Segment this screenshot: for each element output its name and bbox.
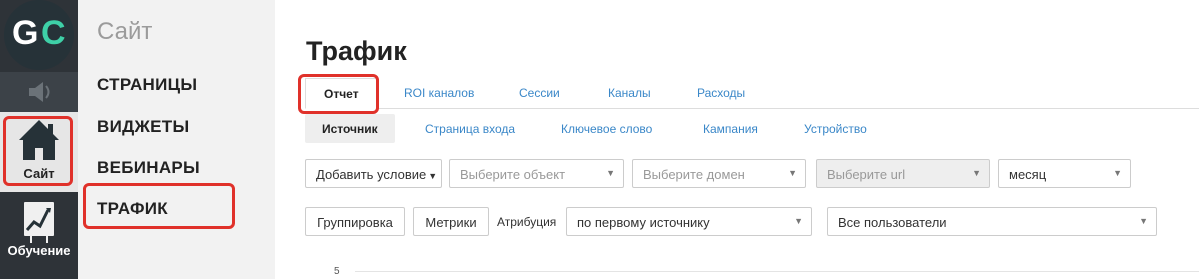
attribution-select[interactable]: по первому источнику ▼	[566, 207, 812, 236]
period-select-value: месяц	[1009, 167, 1047, 182]
period-select[interactable]: месяц ▼	[998, 159, 1131, 188]
rail-item-sound[interactable]	[0, 72, 78, 112]
tab-source[interactable]: Источник	[305, 114, 395, 143]
attribution-label: Атрибуция	[497, 215, 557, 229]
tab-roi-channels[interactable]: ROI каналов	[404, 86, 474, 100]
highlight-site-rail	[3, 116, 73, 186]
chevron-down-icon: ▼	[606, 168, 615, 178]
primary-tabs: Отчет ROI каналов Сессии Каналы Расходы	[305, 78, 1199, 109]
rail-label-learning: Обучение	[7, 243, 71, 258]
chevron-down-icon: ▼	[1139, 216, 1148, 226]
object-select[interactable]: Выберите объект ▼	[449, 159, 624, 188]
chart-board-icon	[24, 202, 54, 243]
add-condition-button[interactable]: Добавить условие ▼	[305, 159, 442, 188]
section-title: Сайт	[97, 18, 153, 45]
chevron-down-icon: ▼	[788, 168, 797, 178]
add-condition-label: Добавить условие	[316, 167, 427, 182]
nav-item-pages[interactable]: СТРАНИЦЫ	[97, 75, 197, 95]
metrics-button-label: Метрики	[425, 215, 477, 230]
highlight-report-tab	[298, 74, 379, 114]
section-nav: Сайт СТРАНИЦЫ ВИДЖЕТЫ ВЕБИНАРЫ ТРАФИК	[78, 0, 275, 279]
domain-select[interactable]: Выберите домен ▼	[632, 159, 806, 188]
domain-select-placeholder: Выберите домен	[643, 167, 745, 182]
logo-letter-c: C	[41, 14, 66, 52]
tab-device[interactable]: Устройство	[804, 122, 867, 136]
chevron-down-icon: ▼	[794, 216, 803, 226]
tab-landing-page[interactable]: Страница входа	[425, 122, 515, 136]
logo[interactable]: G C	[4, 0, 74, 70]
tab-expenses[interactable]: Расходы	[697, 86, 745, 100]
secondary-tabs: Источник Страница входа Ключевое слово К…	[305, 114, 1199, 144]
logo-letter-g: G	[12, 14, 39, 52]
metrics-button[interactable]: Метрики	[413, 207, 489, 236]
nav-item-webinars[interactable]: ВЕБИНАРЫ	[97, 158, 200, 178]
url-select-placeholder: Выберите url	[827, 167, 906, 182]
chevron-down-icon: ▼	[1113, 168, 1122, 178]
users-select[interactable]: Все пользователи ▼	[827, 207, 1157, 236]
url-select: Выберите url ▼	[816, 159, 990, 188]
caret-down-icon: ▼	[428, 171, 438, 181]
main-content: Трафик Отчет ROI каналов Сессии Каналы Р…	[275, 0, 1199, 279]
tab-channels[interactable]: Каналы	[608, 86, 651, 100]
attribution-select-value: по первому источнику	[577, 215, 710, 230]
grouping-button-label: Группировка	[317, 215, 393, 230]
grouping-button[interactable]: Группировка	[305, 207, 405, 236]
chart-gridline	[355, 271, 1199, 272]
tab-keyword[interactable]: Ключевое слово	[561, 122, 652, 136]
page-title: Трафик	[306, 36, 407, 66]
highlight-traffic-nav	[83, 183, 235, 229]
users-select-value: Все пользователи	[838, 215, 947, 230]
nav-item-widgets[interactable]: ВИДЖЕТЫ	[97, 117, 189, 137]
chevron-down-icon: ▼	[972, 168, 981, 178]
rail-item-learning[interactable]: Обучение	[0, 192, 78, 279]
speaker-icon	[29, 82, 50, 102]
tab-campaign[interactable]: Кампания	[703, 122, 758, 136]
chart-y-tick: 5	[334, 266, 340, 277]
tab-sessions[interactable]: Сессии	[519, 86, 560, 100]
object-select-placeholder: Выберите объект	[460, 167, 566, 182]
